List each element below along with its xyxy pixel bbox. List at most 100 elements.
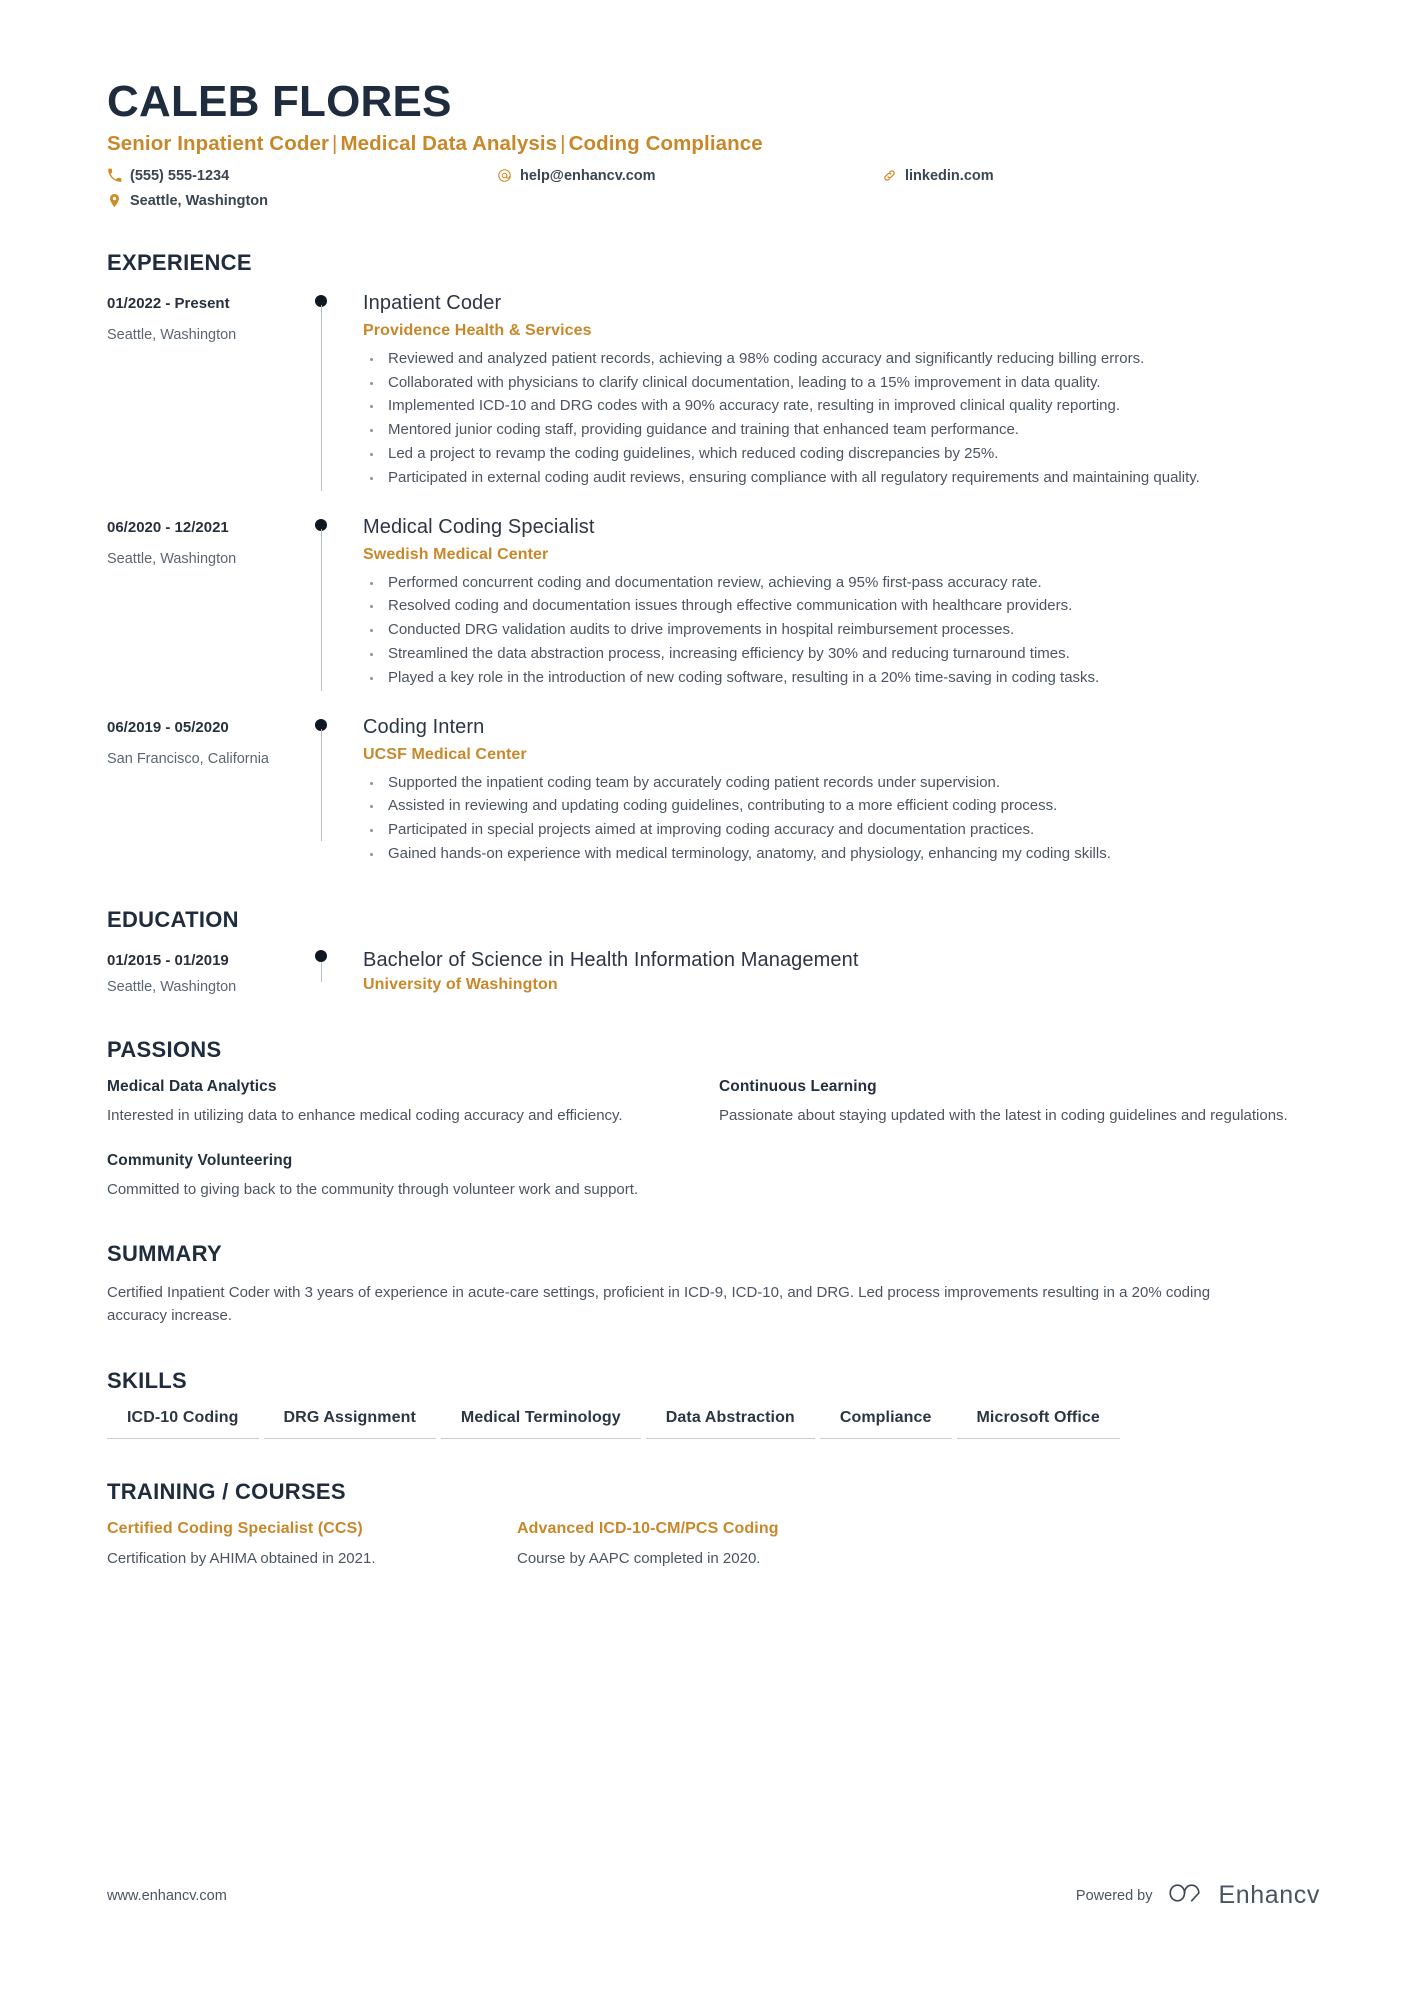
timeline-rail xyxy=(301,515,359,691)
enhancv-brand-name: Enhancv xyxy=(1218,1881,1320,1909)
experience-bullet: Performed concurrent coding and document… xyxy=(363,572,1320,595)
experience-bullet: Mentored junior coding staff, providing … xyxy=(363,419,1320,442)
email-icon xyxy=(497,168,512,183)
passion-description: Passionate about staying updated with th… xyxy=(719,1107,1288,1125)
experience-meta: 06/2020 - 12/2021 Seattle, Washington xyxy=(107,515,301,691)
headline-separator: | xyxy=(560,131,566,155)
experience-bullet: Implemented ICD-10 and DRG codes with a … xyxy=(363,395,1320,418)
experience-bullet: Assisted in reviewing and updating codin… xyxy=(363,795,1320,818)
skill-chip: Data Abstraction xyxy=(645,1409,815,1439)
candidate-name: CALEB FLORES xyxy=(107,77,452,126)
section-title-training: TRAINING / COURSES xyxy=(107,1478,346,1504)
experience-body: Medical Coding Specialist Swedish Medica… xyxy=(359,515,1320,691)
candidate-headline: Senior Inpatient Coder | Medical Data Anal… xyxy=(107,132,1320,156)
experience-section: EXPERIENCE 01/2022 - Present Seattle, Wa… xyxy=(107,250,1320,867)
section-title-summary: SUMMARY xyxy=(107,1241,222,1267)
skill-chip: DRG Assignment xyxy=(263,1409,436,1439)
footer-website[interactable]: www.enhancv.com xyxy=(107,1888,227,1904)
training-section: TRAINING / COURSES Certified Coding Spec… xyxy=(107,1479,1320,1571)
section-title-passions: PASSIONS xyxy=(107,1037,222,1063)
timeline-rail xyxy=(301,948,359,997)
experience-organization: Swedish Medical Center xyxy=(363,545,549,563)
headline-separator: | xyxy=(332,131,338,155)
education-location: Seattle, Washington xyxy=(107,979,237,996)
passions-section: PASSIONS Medical Data Analytics Interest… xyxy=(107,1037,1320,1201)
contact-linkedin-text: linkedin.com xyxy=(905,167,994,184)
contact-email[interactable]: help@enhancv.com xyxy=(497,167,882,185)
training-grid: Certified Coding Specialist (CCS) Certif… xyxy=(107,1520,1320,1571)
skills-list: ICD-10 Coding DRG Assignment Medical Ter… xyxy=(107,1409,1320,1439)
experience-role: Medical Coding Specialist xyxy=(363,515,595,538)
passion-title: Medical Data Analytics xyxy=(107,1078,277,1096)
experience-organization: UCSF Medical Center xyxy=(363,745,527,763)
experience-location: Seattle, Washington xyxy=(107,551,237,568)
experience-bullet: Collaborated with physicians to clarify … xyxy=(363,372,1320,395)
education-degree: Bachelor of Science in Health Informatio… xyxy=(363,948,859,971)
experience-location: San Francisco, California xyxy=(107,751,269,768)
education-meta: 01/2015 - 01/2019 Seattle, Washington xyxy=(107,948,301,997)
skill-chip: Medical Terminology xyxy=(440,1409,641,1439)
experience-bullet: Conducted DRG validation audits to drive… xyxy=(363,619,1320,642)
passion-description: Interested in utilizing data to enhance … xyxy=(107,1107,623,1125)
experience-entry: 01/2022 - Present Seattle, Washington In… xyxy=(107,291,1320,491)
experience-bullet: Resolved coding and documentation issues… xyxy=(363,595,1320,618)
section-title-experience: EXPERIENCE xyxy=(107,249,252,275)
link-icon xyxy=(882,168,897,183)
skill-chip: Compliance xyxy=(819,1409,952,1439)
experience-meta: 06/2019 - 05/2020 San Francisco, Califor… xyxy=(107,715,301,867)
training-title: Advanced ICD-10-CM/PCS Coding xyxy=(517,1519,779,1537)
passions-grid: Medical Data Analytics Interested in uti… xyxy=(107,1078,1320,1201)
timeline-line xyxy=(320,961,322,982)
contact-linkedin[interactable]: linkedin.com xyxy=(882,167,1320,185)
timeline-dot-icon xyxy=(315,949,327,962)
passion-item-empty xyxy=(719,1152,1320,1202)
experience-entry: 06/2020 - 12/2021 Seattle, Washington Me… xyxy=(107,515,1320,691)
powered-by-label: Powered by xyxy=(1075,1887,1153,1904)
enhancv-brand: Enhancv xyxy=(1167,1880,1321,1911)
enhancv-logo-icon xyxy=(1167,1880,1209,1911)
timeline-rail xyxy=(301,291,359,491)
contact-info: (555) 555-1234 help@enhancv.com linkedin… xyxy=(107,167,1320,210)
skill-chip: ICD-10 Coding xyxy=(107,1409,259,1439)
headline-part-1: Senior Inpatient Coder xyxy=(107,131,330,155)
passion-item: Continuous Learning Passionate about sta… xyxy=(719,1078,1320,1128)
training-item: Advanced ICD-10-CM/PCS Coding Course by … xyxy=(517,1520,1320,1571)
experience-organization: Providence Health & Services xyxy=(363,321,592,339)
experience-body: Inpatient Coder Providence Health & Serv… xyxy=(359,291,1320,491)
training-title: Certified Coding Specialist (CCS) xyxy=(107,1519,363,1537)
experience-period: 06/2020 - 12/2021 xyxy=(107,518,229,536)
experience-bullet: Streamlined the data abstraction process… xyxy=(363,643,1320,666)
experience-bullet: Played a key role in the introduction of… xyxy=(363,667,1320,690)
resume-page: CALEB FLORES Senior Inpatient Coder | Medi… xyxy=(0,0,1410,1995)
section-title-skills: SKILLS xyxy=(107,1367,188,1393)
phone-icon xyxy=(107,168,122,183)
experience-bullet: Supported the inpatient coding team by a… xyxy=(363,772,1320,795)
passion-description: Committed to giving back to the communit… xyxy=(107,1180,639,1198)
footer-branding: Powered by Enhancv xyxy=(1076,1880,1320,1911)
experience-body: Coding Intern UCSF Medical Center Suppor… xyxy=(359,715,1320,867)
timeline-line xyxy=(320,304,322,491)
passion-title: Continuous Learning xyxy=(719,1078,877,1096)
education-period: 01/2015 - 01/2019 xyxy=(107,951,229,969)
experience-bullet: Participated in special projects aimed a… xyxy=(363,819,1320,842)
experience-location: Seattle, Washington xyxy=(107,327,237,344)
timeline-line xyxy=(320,528,322,691)
page-footer: www.enhancv.com Powered by Enhancv xyxy=(107,1880,1320,1911)
timeline-line xyxy=(320,728,322,841)
contact-phone[interactable]: (555) 555-1234 xyxy=(107,167,497,185)
training-description: Course by AAPC completed in 2020. xyxy=(517,1549,761,1567)
experience-meta: 01/2022 - Present Seattle, Washington xyxy=(107,291,301,491)
experience-bullet-list: Supported the inpatient coding team by a… xyxy=(363,772,1320,866)
education-body: Bachelor of Science in Health Informatio… xyxy=(359,948,1320,997)
summary-section: SUMMARY Certified Inpatient Coder with 3… xyxy=(107,1241,1320,1328)
contact-location-text: Seattle, Washington xyxy=(130,192,269,209)
experience-role: Coding Intern xyxy=(363,715,485,738)
timeline-rail xyxy=(301,715,359,867)
skill-chip: Microsoft Office xyxy=(956,1409,1120,1439)
passion-item: Medical Data Analytics Interested in uti… xyxy=(107,1078,719,1128)
resume-header: CALEB FLORES Senior Inpatient Coder | Medi… xyxy=(107,78,1320,210)
contact-phone-text: (555) 555-1234 xyxy=(130,167,230,184)
passion-item: Community Volunteering Committed to givi… xyxy=(107,1152,719,1202)
experience-period: 06/2019 - 05/2020 xyxy=(107,718,229,736)
